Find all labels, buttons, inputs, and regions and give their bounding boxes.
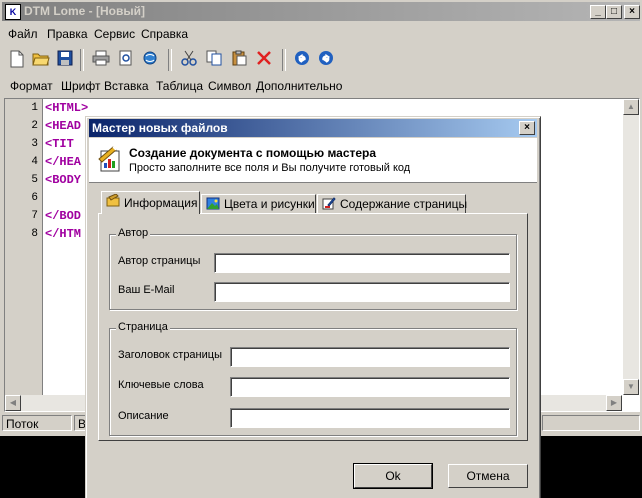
scroll-down-arrow-icon[interactable]: ▼ bbox=[623, 379, 639, 395]
toolbar-separator bbox=[282, 49, 286, 71]
copy-icon[interactable] bbox=[205, 50, 223, 68]
print-icon[interactable] bbox=[92, 50, 110, 68]
dialog-close-icon[interactable]: × bbox=[519, 121, 535, 135]
toolbar-separator bbox=[168, 49, 172, 71]
cancel-button[interactable]: Отмена bbox=[448, 464, 528, 488]
line-number: 2 bbox=[31, 120, 38, 132]
code-line: </BOD bbox=[45, 209, 82, 223]
tab-colors-images-label: Цвета и рисунки bbox=[224, 197, 315, 211]
wizard-icon bbox=[98, 146, 120, 172]
code-line: <TIT bbox=[45, 137, 74, 151]
close-button[interactable]: × bbox=[624, 5, 640, 19]
vertical-scrollbar[interactable]: ▲ ▼ bbox=[623, 99, 639, 395]
author-group: Автор Автор страницы Ваш E-Mail bbox=[109, 227, 517, 310]
tab-page-content-label: Содержание страницы bbox=[340, 197, 468, 211]
keywords-label: Ключевые слова bbox=[118, 379, 204, 391]
tab-panel-information: Автор Автор страницы Ваш E-Mail Страница… bbox=[98, 213, 528, 441]
line-number: 4 bbox=[31, 156, 38, 168]
author-page-input[interactable] bbox=[214, 253, 510, 273]
dialog-title: Мастер новых файлов bbox=[92, 121, 228, 135]
new-file-wizard-dialog: Мастер новых файлов × Создание документа… bbox=[85, 116, 541, 498]
colors-images-tab-icon bbox=[206, 197, 220, 210]
cut-icon[interactable] bbox=[180, 50, 198, 68]
menu-file[interactable]: Файл bbox=[8, 27, 38, 41]
status-panel bbox=[542, 415, 640, 431]
page-content-tab-icon bbox=[322, 197, 336, 210]
author-page-label: Автор страницы bbox=[118, 255, 201, 267]
window-title: DTM Lome - [Новый] bbox=[24, 4, 145, 18]
main-titlebar[interactable]: K DTM Lome - [Новый] _ □ × bbox=[2, 2, 640, 21]
page-title-input[interactable] bbox=[230, 347, 510, 367]
advanced-button[interactable]: Дополнительно bbox=[256, 79, 342, 93]
format-bar: Формат Шрифт Вставка Таблица Символ Допо… bbox=[0, 76, 642, 96]
tab-information[interactable]: Информация bbox=[101, 191, 200, 214]
browser-preview-icon[interactable] bbox=[141, 50, 159, 68]
scroll-up-arrow-icon[interactable]: ▲ bbox=[623, 99, 639, 115]
line-number: 1 bbox=[31, 102, 38, 114]
code-line: <BODY bbox=[45, 173, 82, 187]
app-icon: K bbox=[5, 4, 21, 20]
header-subtitle: Просто заполните все поля и Вы получите … bbox=[129, 162, 411, 174]
line-number: 8 bbox=[31, 228, 38, 240]
tab-information-label: Информация bbox=[124, 196, 198, 210]
page-group-label: Страница bbox=[116, 321, 170, 333]
menu-bar: Файл Правка Сервис Справка bbox=[0, 24, 642, 43]
paste-icon[interactable] bbox=[230, 50, 248, 68]
minimize-button[interactable]: _ bbox=[590, 5, 606, 19]
table-button[interactable]: Таблица bbox=[156, 79, 203, 93]
code-line: </HEA bbox=[45, 155, 82, 169]
page-group: Страница Заголовок страницы Ключевые сло… bbox=[109, 321, 517, 436]
maximize-button[interactable]: □ bbox=[606, 5, 622, 19]
font-button[interactable]: Шрифт bbox=[61, 79, 100, 93]
undo-icon[interactable] bbox=[293, 50, 311, 68]
symbol-button[interactable]: Символ bbox=[208, 79, 251, 93]
insert-button[interactable]: Вставка bbox=[104, 79, 149, 93]
line-number: 3 bbox=[31, 138, 38, 150]
information-tab-icon bbox=[106, 194, 120, 207]
line-number-gutter: 1 2 3 4 5 6 7 8 bbox=[5, 99, 43, 395]
line-number: 7 bbox=[31, 210, 38, 222]
email-input[interactable] bbox=[214, 282, 510, 302]
menu-edit[interactable]: Правка bbox=[47, 27, 88, 41]
tab-page-content[interactable]: Содержание страницы bbox=[317, 194, 468, 213]
scroll-left-arrow-icon[interactable]: ◀ bbox=[5, 395, 21, 411]
line-number: 5 bbox=[31, 174, 38, 186]
toolbar-separator bbox=[80, 49, 84, 71]
redo-icon[interactable] bbox=[317, 50, 335, 68]
description-input[interactable] bbox=[230, 408, 510, 428]
page-title-label: Заголовок страницы bbox=[118, 349, 222, 361]
menu-help[interactable]: Справка bbox=[141, 27, 188, 41]
save-icon[interactable] bbox=[56, 50, 74, 68]
header-title: Создание документа с помощью мастера bbox=[129, 146, 377, 160]
format-button[interactable]: Формат bbox=[10, 79, 53, 93]
scroll-right-arrow-icon[interactable]: ▶ bbox=[606, 395, 622, 411]
code-line: <HTML> bbox=[45, 101, 89, 115]
description-label: Описание bbox=[118, 410, 169, 422]
open-folder-icon[interactable] bbox=[32, 50, 50, 68]
toolbar bbox=[0, 46, 642, 74]
tab-colors-images[interactable]: Цвета и рисунки bbox=[201, 194, 316, 213]
status-panel: Поток bbox=[2, 415, 72, 431]
new-file-icon[interactable] bbox=[8, 50, 26, 68]
menu-service[interactable]: Сервис bbox=[94, 27, 135, 41]
print-preview-icon[interactable] bbox=[117, 50, 135, 68]
line-number: 6 bbox=[31, 192, 38, 204]
dialog-titlebar[interactable]: Мастер новых файлов × bbox=[89, 119, 537, 137]
code-line: <HEAD bbox=[45, 119, 82, 133]
author-group-label: Автор bbox=[116, 227, 151, 239]
ok-button[interactable]: Ok bbox=[353, 463, 433, 489]
dialog-header: Создание документа с помощью мастера Про… bbox=[89, 138, 537, 183]
code-line: </HTM bbox=[45, 227, 82, 241]
keywords-input[interactable] bbox=[230, 377, 510, 397]
email-label: Ваш E-Mail bbox=[118, 284, 175, 296]
delete-icon[interactable] bbox=[255, 50, 273, 68]
